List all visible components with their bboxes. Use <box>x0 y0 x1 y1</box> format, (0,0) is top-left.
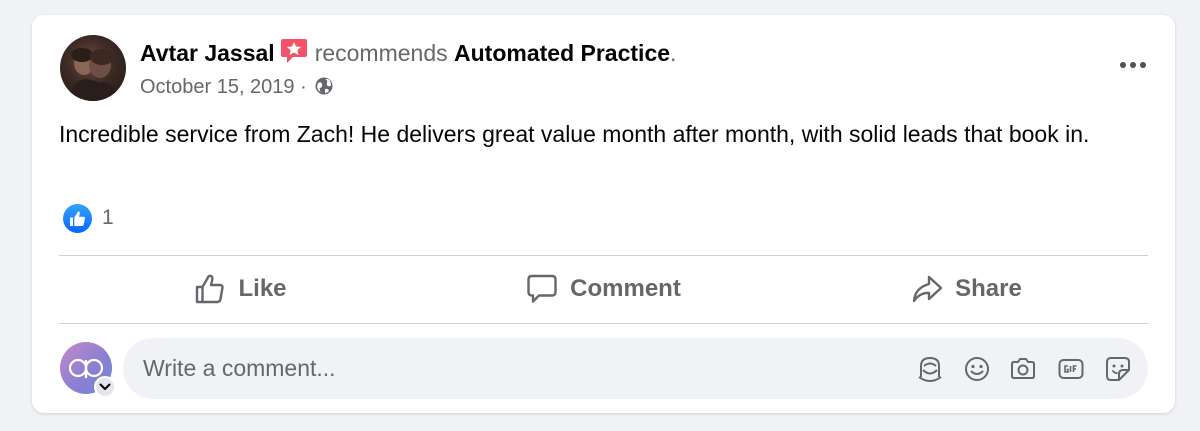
chevron-down-icon <box>99 383 111 390</box>
action-bar: Like Comment Share <box>59 256 1148 322</box>
gif-button[interactable] <box>1056 354 1086 384</box>
like-label: Like <box>238 275 287 302</box>
photo-button[interactable] <box>1008 354 1038 384</box>
reaction-count: 1 <box>102 206 114 229</box>
comment-input[interactable] <box>143 338 883 399</box>
page-name-link[interactable]: Automated Practice <box>454 40 670 66</box>
author-avatar[interactable] <box>60 35 126 101</box>
camera-icon <box>1011 358 1035 379</box>
share-label: Share <box>955 275 1022 302</box>
sticker-button[interactable] <box>1103 354 1133 384</box>
comment-button[interactable]: Comment <box>422 256 785 322</box>
avatar-sticker-button[interactable] <box>915 354 945 384</box>
thumbs-up-icon <box>196 274 225 304</box>
share-arrow-icon <box>912 275 943 303</box>
comment-label: Comment <box>570 275 681 302</box>
post-date[interactable]: October 15, 2019 <box>140 76 295 98</box>
post-meta: October 15, 2019 · <box>140 73 334 101</box>
header-period: . <box>670 40 677 66</box>
sticker-icon <box>1106 357 1130 381</box>
comment-composer <box>123 338 1148 399</box>
like-reaction-icon <box>63 203 92 233</box>
recommends-text: recommends <box>314 40 448 66</box>
recommendation-badge-icon <box>279 37 309 65</box>
account-switch-button[interactable] <box>94 376 116 398</box>
author-name[interactable]: Avtar Jassal <box>140 40 275 66</box>
globe-icon <box>314 76 334 96</box>
post-header: Avtar Jassal recommends Automated Practi… <box>140 37 676 68</box>
comment-bubble-icon <box>527 274 557 303</box>
emoji-button[interactable] <box>962 354 992 384</box>
meta-separator: · <box>294 76 313 98</box>
more-dots-icon <box>1120 62 1146 68</box>
share-button[interactable]: Share <box>785 256 1148 322</box>
gif-icon <box>1058 359 1084 379</box>
bottom-divider <box>59 323 1148 324</box>
post-card: Avtar Jassal recommends Automated Practi… <box>32 15 1175 413</box>
more-options-button[interactable] <box>1113 49 1153 81</box>
emoji-icon <box>965 357 989 381</box>
post-body-text: Incredible service from Zach! He deliver… <box>59 121 1090 147</box>
avatar-sticker-icon <box>918 356 942 382</box>
like-button[interactable]: Like <box>59 256 422 322</box>
reaction-summary[interactable]: 1 <box>63 203 114 233</box>
